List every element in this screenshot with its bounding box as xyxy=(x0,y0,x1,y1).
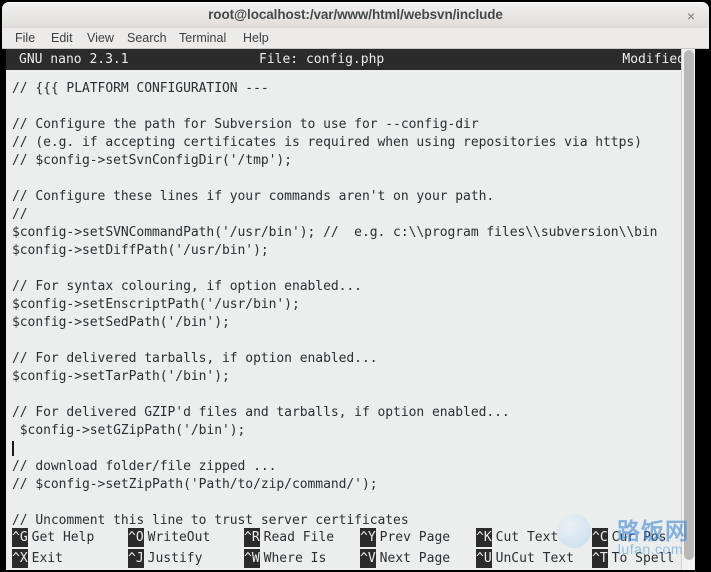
shortcut-label: WriteOut xyxy=(147,530,211,545)
window-title: root@localhost:/var/www/html/websvn/incl… xyxy=(208,7,503,22)
shortcut-key: ^C xyxy=(592,528,608,547)
nano-filename-label: File: config.php xyxy=(259,52,385,67)
shortcut-uncut-text[interactable]: ^U UnCut Text xyxy=(476,549,574,569)
shortcut-exit[interactable]: ^X Exit xyxy=(12,549,63,569)
editor-line[interactable]: $config->setSedPath('/bin'); xyxy=(6,314,695,332)
shortcut-writeout[interactable]: ^O WriteOut xyxy=(128,528,210,548)
shortcut-label: Exit xyxy=(31,551,63,566)
nano-version-label: GNU nano 2.3.1 xyxy=(19,52,129,67)
shortcut-prev-page[interactable]: ^Y Prev Page xyxy=(360,528,450,548)
shortcut-label: UnCut Text xyxy=(495,551,574,566)
editor-line[interactable]: // (e.g. if accepting certificates is re… xyxy=(6,134,695,152)
shortcut-label: Read File xyxy=(263,530,335,545)
shortcut-label: Prev Page xyxy=(379,530,451,545)
nano-modified-badge: Modified xyxy=(622,52,685,67)
editor-line[interactable] xyxy=(6,260,695,278)
window-titlebar: root@localhost:/var/www/html/websvn/incl… xyxy=(2,2,709,28)
editor-line[interactable]: // download folder/file zipped ... xyxy=(6,458,695,476)
shortcut-to-spell[interactable]: ^T To Spell xyxy=(592,549,674,569)
shortcut-key: ^O xyxy=(128,528,144,547)
shortcut-label: Cut Text xyxy=(495,530,559,545)
editor-line[interactable] xyxy=(6,386,695,404)
shortcut-row-2: ^X Exit ^J Justify ^W Where Is ^V Next Page ^U Un… xyxy=(6,549,695,569)
shortcut-where-is[interactable]: ^W Where Is xyxy=(244,549,326,569)
menubar: File Edit View Search Terminal Help xyxy=(2,28,709,49)
shortcut-key: ^W xyxy=(244,549,260,568)
editor-line[interactable]: // $config->setZipPath('Path/to/zip/comm… xyxy=(6,476,695,494)
menu-item-search[interactable]: Search xyxy=(122,30,172,46)
shortcut-key: ^V xyxy=(360,549,376,568)
shortcut-read-file[interactable]: ^R Read File xyxy=(244,528,334,548)
editor-line[interactable]: $config->setGZipPath('/bin'); xyxy=(6,422,695,440)
editor-line[interactable]: // Configure these lines if your command… xyxy=(6,188,695,206)
shortcut-key: ^K xyxy=(476,528,492,547)
shortcut-label: Justify xyxy=(147,551,203,566)
menu-item-file[interactable]: File xyxy=(10,30,40,46)
editor-line[interactable]: $config->setDiffPath('/usr/bin'); xyxy=(6,242,695,260)
shortcut-cur-pos[interactable]: ^C Cur Pos xyxy=(592,528,666,548)
editor-line[interactable] xyxy=(6,332,695,350)
nano-editor[interactable]: GNU nano 2.3.1 File: config.php Modified… xyxy=(6,49,695,570)
shortcut-key: ^U xyxy=(476,549,492,568)
editor-line[interactable] xyxy=(6,98,695,116)
menu-item-terminal[interactable]: Terminal xyxy=(174,30,231,46)
shortcut-get-help[interactable]: ^G Get Help xyxy=(12,528,94,548)
scrollbar-thumb[interactable] xyxy=(684,50,694,560)
shortcut-justify[interactable]: ^J Justify xyxy=(128,549,202,569)
editor-line[interactable]: // For delivered GZIP'd files and tarbal… xyxy=(6,404,695,422)
terminal-window: root@localhost:/var/www/html/websvn/incl… xyxy=(0,0,711,572)
editor-line[interactable]: // For syntax colouring, if option enabl… xyxy=(6,278,695,296)
shortcut-next-page[interactable]: ^V Next Page xyxy=(360,549,450,569)
shortcut-key: ^J xyxy=(128,549,144,568)
shortcut-label: Get Help xyxy=(31,530,95,545)
editor-line[interactable]: $config->setTarPath('/bin'); xyxy=(6,368,695,386)
editor-line[interactable]: // {{{ PLATFORM CONFIGURATION --- xyxy=(6,80,695,98)
menu-item-edit[interactable]: Edit xyxy=(46,30,78,46)
shortcut-key: ^G xyxy=(12,528,28,547)
editor-line[interactable]: // xyxy=(6,206,695,224)
editor-line[interactable]: // $config->setSvnConfigDir('/tmp'); xyxy=(6,152,695,170)
text-cursor xyxy=(12,441,14,456)
shortcut-label: Where Is xyxy=(263,551,327,566)
shortcut-key: ^Y xyxy=(360,528,376,547)
shortcut-key: ^X xyxy=(12,549,28,568)
menu-item-help[interactable]: Help xyxy=(238,30,274,46)
editor-line[interactable]: // Configure the path for Subversion to … xyxy=(6,116,695,134)
close-icon[interactable]: × xyxy=(683,8,699,24)
shortcut-key: ^R xyxy=(244,528,260,547)
editor-line[interactable] xyxy=(6,440,695,458)
nano-status-bar: GNU nano 2.3.1 File: config.php Modified xyxy=(6,49,695,70)
editor-text-area[interactable]: // {{{ PLATFORM CONFIGURATION --- // Con… xyxy=(6,70,695,528)
editor-line[interactable] xyxy=(6,494,695,512)
shortcut-label: Cur Pos xyxy=(611,530,667,545)
vertical-scrollbar[interactable] xyxy=(681,49,695,570)
nano-shortcut-bar: ^G Get Help ^O WriteOut ^R Read File ^Y Prev Pa… xyxy=(6,527,695,570)
menu-item-view[interactable]: View xyxy=(82,30,119,46)
editor-line[interactable] xyxy=(6,170,695,188)
shortcut-label: To Spell xyxy=(611,551,675,566)
terminal-body[interactable]: GNU nano 2.3.1 File: config.php Modified… xyxy=(2,49,709,570)
shortcut-cut-text[interactable]: ^K Cut Text xyxy=(476,528,558,548)
editor-line[interactable]: $config->setEnscriptPath('/usr/bin'); xyxy=(6,296,695,314)
shortcut-key: ^T xyxy=(592,549,608,568)
shortcut-label: Next Page xyxy=(379,551,451,566)
shortcut-row-1: ^G Get Help ^O WriteOut ^R Read File ^Y Prev Pa… xyxy=(6,528,695,548)
editor-line[interactable]: $config->setSVNCommandPath('/usr/bin'); … xyxy=(6,224,695,242)
editor-line[interactable]: // For delivered tarballs, if option ena… xyxy=(6,350,695,368)
